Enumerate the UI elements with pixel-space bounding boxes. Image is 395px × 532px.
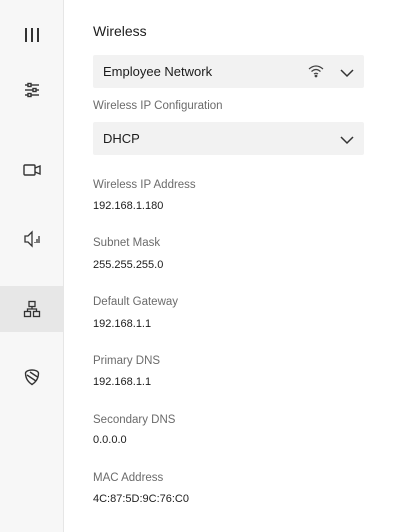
sidebar-item-settings[interactable]: [0, 67, 63, 113]
network-topology-icon: [23, 300, 41, 318]
video-camera-icon: [22, 162, 42, 178]
field-label: Subnet Mask: [93, 237, 161, 249]
field-label: Wireless IP Address: [93, 179, 196, 191]
network-select-value: Employee Network: [103, 64, 213, 79]
sidebar-item-audio[interactable]: [0, 216, 63, 262]
ip-config-select[interactable]: DHCP: [93, 122, 364, 155]
field-value: 0.0.0.0: [93, 434, 127, 446]
network-select[interactable]: Employee Network: [93, 55, 364, 88]
shield-icon: [23, 368, 41, 386]
sidebar-item-security[interactable]: [0, 354, 63, 400]
sidebar-item-camera[interactable]: [0, 147, 63, 193]
field-label: Primary DNS: [93, 355, 161, 367]
chevron-down-icon: [340, 65, 354, 83]
chevron-down-icon: [340, 132, 354, 150]
speaker-signal-icon: [22, 230, 42, 248]
wireless-settings-panel: Wireless Employee Network Wireless IP Co…: [64, 0, 395, 532]
field-value: 192.168.1.1: [93, 376, 152, 388]
sidebar-item-network[interactable]: [0, 286, 63, 332]
sliders-icon: [23, 81, 41, 99]
section-title: Wireless: [93, 23, 147, 39]
field-label: MAC Address: [93, 472, 164, 484]
field-label: Secondary DNS: [93, 414, 176, 426]
field-value: 192.168.1.180: [93, 200, 164, 212]
ip-config-select-value: DHCP: [103, 131, 140, 146]
ip-config-label: Wireless IP Configuration: [93, 100, 223, 112]
field-value: 255.255.255.0: [93, 259, 164, 271]
wifi-icon: [308, 64, 324, 83]
menu-icon: [23, 27, 41, 43]
menu-button[interactable]: [0, 12, 63, 58]
field-value: 4C:87:5D:9C:76:C0: [93, 493, 189, 505]
field-value: 192.168.1.1: [93, 318, 152, 330]
field-label: Default Gateway: [93, 296, 179, 308]
sidebar: [0, 0, 64, 532]
